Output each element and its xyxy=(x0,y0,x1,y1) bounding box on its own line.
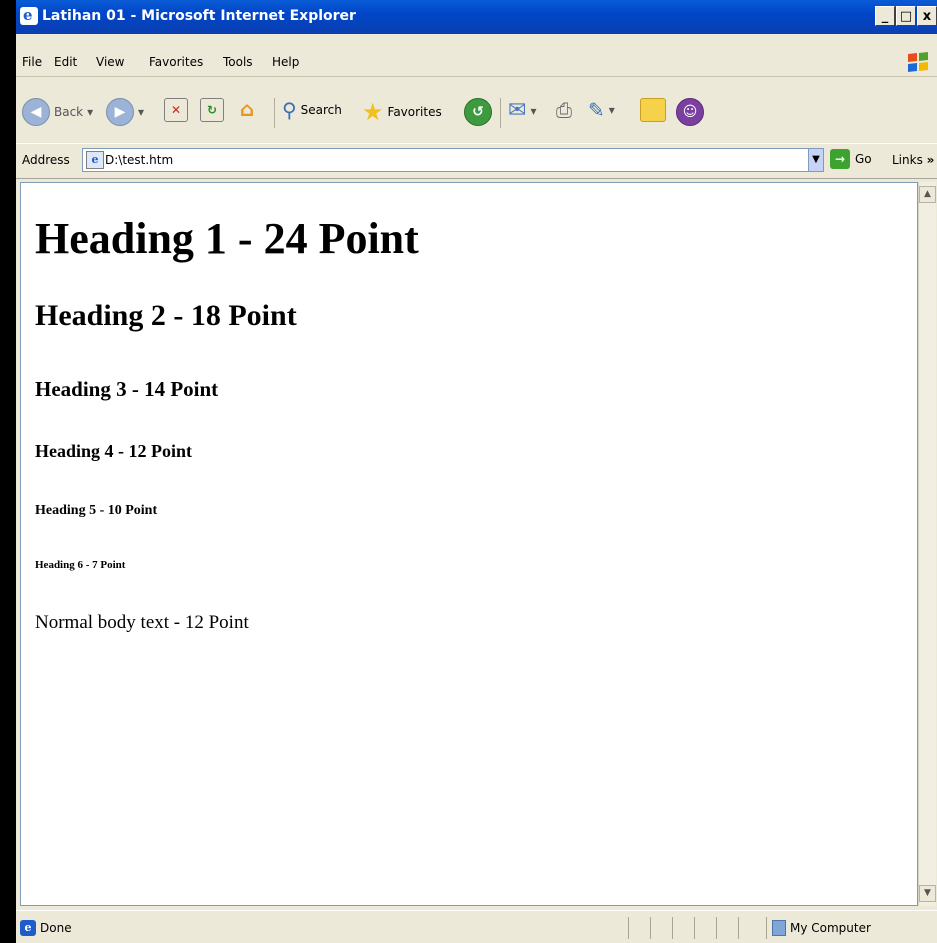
address-label: Address xyxy=(22,153,70,167)
chevron-down-icon: ▾ xyxy=(138,105,145,119)
page-content: Heading 1 - 24 Point Heading 2 - 18 Poin… xyxy=(20,182,918,906)
discuss-button[interactable] xyxy=(640,98,666,122)
chevron-down-icon: ▾ xyxy=(608,103,615,117)
go-arrow-icon: → xyxy=(830,149,850,169)
menu-favorites[interactable]: Favorites xyxy=(149,55,203,69)
star-icon: ★ xyxy=(362,98,384,126)
favorites-button[interactable]: ★ Favorites xyxy=(362,98,442,126)
refresh-icon: ↻ xyxy=(200,98,224,122)
double-chevron-icon: » xyxy=(926,153,935,167)
chevron-down-icon: ▾ xyxy=(87,105,94,119)
standard-toolbar: ◀ Back ▾ ▶ ▾ ✕ ↻ ⌂ ⚲ Search ★ Favorites … xyxy=(16,90,937,138)
messenger-button[interactable]: ☺ xyxy=(676,98,704,126)
print-button[interactable]: ⎙ xyxy=(556,98,572,122)
security-zone: My Computer xyxy=(790,921,871,935)
address-bar: Address e D:\test.htm ▼ → Go Links » xyxy=(16,143,937,179)
search-button[interactable]: ⚲ Search xyxy=(282,98,342,122)
links-button[interactable]: Links » xyxy=(892,153,934,167)
title-bar[interactable]: e Latihan 01 - Microsoft Internet Explor… xyxy=(16,0,937,34)
browser-window: e Latihan 01 - Microsoft Internet Explor… xyxy=(16,0,937,943)
minimize-button[interactable]: _ xyxy=(875,6,895,26)
mail-icon: ✉ xyxy=(508,98,527,123)
maximize-button[interactable]: □ xyxy=(896,6,916,26)
heading-1: Heading 1 - 24 Point xyxy=(35,214,419,263)
page-icon: e xyxy=(86,151,104,169)
stop-button[interactable]: ✕ xyxy=(164,98,188,122)
go-button[interactable]: → Go xyxy=(830,149,872,169)
heading-2: Heading 2 - 18 Point xyxy=(35,299,297,332)
folder-icon xyxy=(640,98,666,122)
address-value: D:\test.htm xyxy=(105,153,174,167)
ie-icon: e xyxy=(20,6,38,25)
menu-bar: File Edit View Favorites Tools Help xyxy=(16,47,937,77)
heading-6: Heading 6 - 7 Point xyxy=(35,559,126,571)
refresh-button[interactable]: ↻ xyxy=(200,98,224,122)
heading-3: Heading 3 - 14 Point xyxy=(35,377,219,401)
menu-edit[interactable]: Edit xyxy=(54,55,77,69)
history-icon: ↺ xyxy=(464,98,492,126)
status-text: Done xyxy=(40,921,72,935)
computer-icon xyxy=(772,920,786,936)
stop-icon: ✕ xyxy=(164,98,188,122)
history-button[interactable]: ↺ xyxy=(464,98,492,126)
back-button[interactable]: ◀ Back ▾ xyxy=(22,98,93,126)
menu-tools[interactable]: Tools xyxy=(223,55,253,69)
scroll-down-icon[interactable]: ▼ xyxy=(919,885,936,902)
forward-arrow-icon: ▶ xyxy=(106,98,134,126)
address-input[interactable]: e D:\test.htm xyxy=(82,148,822,172)
mail-button[interactable]: ✉ ▾ xyxy=(508,98,536,123)
vertical-scrollbar[interactable]: ▲ ▼ xyxy=(918,182,936,906)
search-icon: ⚲ xyxy=(282,98,297,122)
printer-icon: ⎙ xyxy=(556,98,572,122)
page-done-icon: e xyxy=(20,920,36,936)
status-bar: e Done My Computer xyxy=(16,910,937,943)
heading-5: Heading 5 - 10 Point xyxy=(35,503,158,518)
menu-help[interactable]: Help xyxy=(272,55,299,69)
chevron-down-icon: ▾ xyxy=(530,103,537,118)
heading-4: Heading 4 - 12 Point xyxy=(35,441,193,461)
messenger-icon: ☺ xyxy=(676,98,704,126)
window-title: Latihan 01 - Microsoft Internet Explorer xyxy=(42,8,356,24)
menu-view[interactable]: View xyxy=(96,55,124,69)
home-button[interactable]: ⌂ xyxy=(236,97,258,121)
body-text: Normal body text - 12 Point xyxy=(35,612,249,633)
scroll-up-icon[interactable]: ▲ xyxy=(919,186,936,203)
windows-logo-icon xyxy=(908,52,928,72)
forward-button[interactable]: ▶ ▾ xyxy=(106,98,144,126)
home-icon: ⌂ xyxy=(239,97,255,121)
back-arrow-icon: ◀ xyxy=(22,98,50,126)
menu-file[interactable]: File xyxy=(22,55,42,69)
address-dropdown-button[interactable]: ▼ xyxy=(808,148,824,172)
edit-icon: ✎ xyxy=(588,98,605,122)
close-button[interactable]: x xyxy=(917,6,937,26)
edit-button[interactable]: ✎ ▾ xyxy=(588,98,615,122)
